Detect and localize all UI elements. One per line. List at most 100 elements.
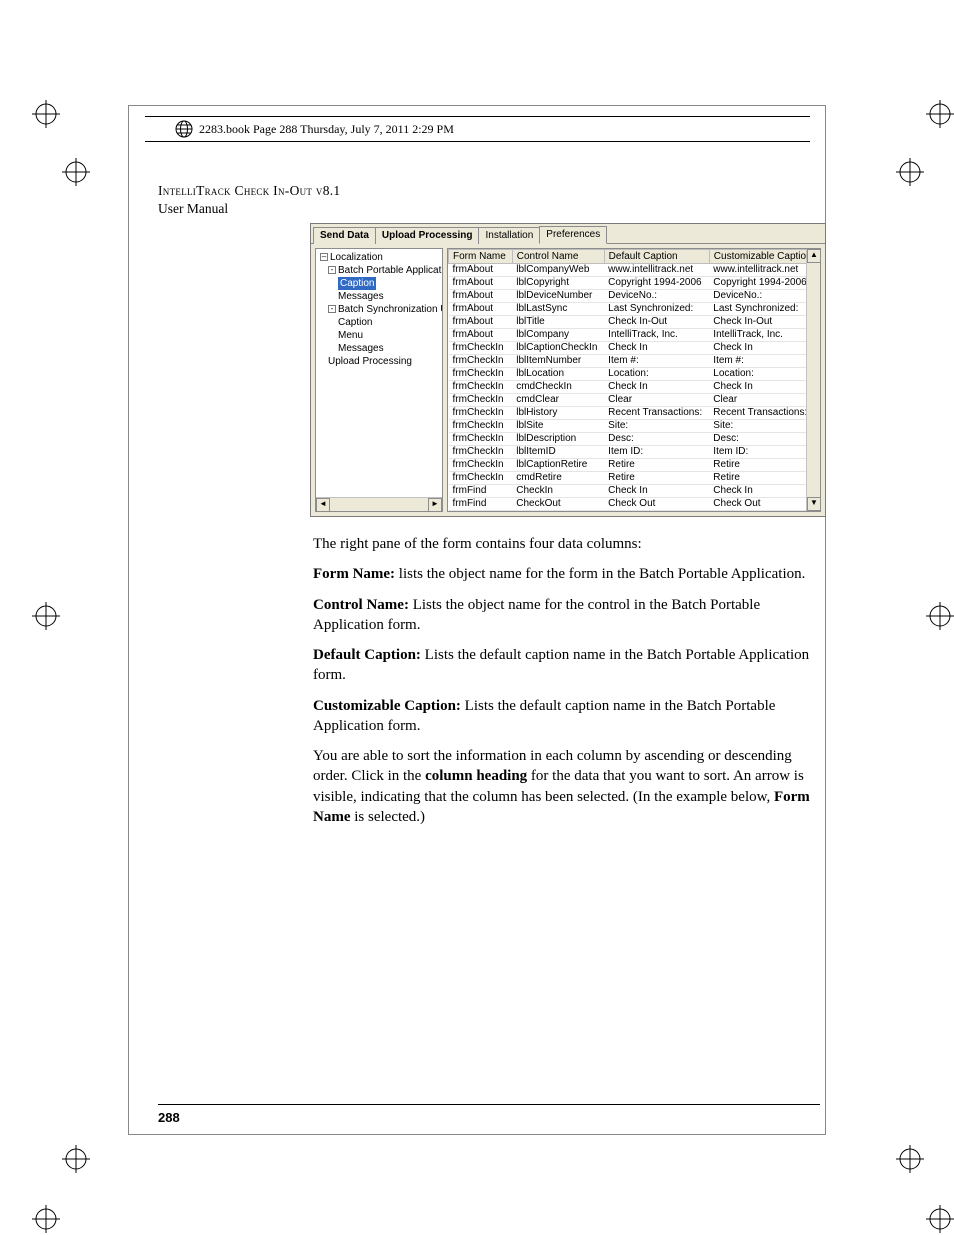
- table-cell: Retire: [709, 459, 819, 472]
- table-cell: Check In: [709, 342, 819, 355]
- table-row[interactable]: frmCheckInlblLocationLocation:Location:: [449, 368, 820, 381]
- paragraph: You are able to sort the information in …: [313, 746, 813, 827]
- registration-mark-icon: [32, 1205, 60, 1233]
- table-cell: lblCaptionCheckIn: [512, 342, 604, 355]
- table-row[interactable]: frmFindRetireRetireRetire: [449, 511, 820, 513]
- term: Form Name:: [313, 566, 395, 582]
- scroll-up-button[interactable]: ▲: [807, 249, 821, 263]
- registration-mark-icon: [896, 1145, 924, 1173]
- table-cell: Check Out: [604, 498, 709, 511]
- tree-node[interactable]: Messages: [320, 290, 440, 303]
- scroll-left-button[interactable]: ◄: [316, 498, 330, 512]
- term: Default Caption:: [313, 647, 421, 663]
- table-cell: Recent Transactions:: [709, 407, 819, 420]
- table-cell: Check Out: [709, 498, 819, 511]
- paragraph: Form Name: lists the object name for the…: [313, 564, 813, 584]
- table-cell: Item ID:: [709, 446, 819, 459]
- table-cell: frmAbout: [449, 303, 513, 316]
- table-cell: lblCompany: [512, 329, 604, 342]
- tree-node[interactable]: Messages: [320, 342, 440, 355]
- table-row[interactable]: frmCheckInlblItemIDItem ID:Item ID:: [449, 446, 820, 459]
- table-row[interactable]: frmCheckInlblCaptionRetireRetireRetire: [449, 459, 820, 472]
- tree-node[interactable]: -Batch Synchronization Utility: [320, 303, 440, 316]
- tree-node[interactable]: -Batch Portable Application: [320, 264, 440, 277]
- table-cell: lblHistory: [512, 407, 604, 420]
- table-cell: lblItemID: [512, 446, 604, 459]
- table-cell: Clear: [709, 394, 819, 407]
- table-cell: frmAbout: [449, 316, 513, 329]
- page-tag-text: 2283.book Page 288 Thursday, July 7, 201…: [199, 122, 454, 137]
- table-cell: cmdCheckIn: [512, 381, 604, 394]
- term: column heading: [425, 768, 527, 784]
- tab-installation[interactable]: Installation: [478, 227, 540, 244]
- running-head-title: IntelliTrack Check In-Out v8.1: [158, 182, 558, 200]
- table-row[interactable]: frmAboutlblLastSyncLast Synchronized:Las…: [449, 303, 820, 316]
- column-header[interactable]: Form Name: [449, 250, 513, 264]
- table-row[interactable]: frmCheckIncmdRetireRetireRetire: [449, 472, 820, 485]
- table-cell: Check In: [604, 485, 709, 498]
- table-cell: Check In: [709, 485, 819, 498]
- table-cell: frmFind: [449, 511, 513, 513]
- registration-mark-icon: [32, 100, 60, 128]
- table-cell: Retire: [604, 472, 709, 485]
- table-row[interactable]: frmCheckIncmdCheckInCheck InCheck In: [449, 381, 820, 394]
- table-cell: Copyright 1994-2006: [604, 277, 709, 290]
- table-cell: Desc:: [709, 433, 819, 446]
- tree-root[interactable]: –Localization: [320, 251, 440, 264]
- table-cell: www.intellitrack.net: [604, 264, 709, 277]
- table-cell: Site:: [709, 420, 819, 433]
- table-cell: lblLastSync: [512, 303, 604, 316]
- table-cell: frmCheckIn: [449, 381, 513, 394]
- scroll-right-button[interactable]: ►: [428, 498, 442, 512]
- captions-table[interactable]: Form NameControl NameDefault CaptionCust…: [448, 249, 820, 512]
- text-run: is selected.): [351, 809, 426, 825]
- table-row[interactable]: frmCheckInlblDescriptionDesc:Desc:: [449, 433, 820, 446]
- column-header[interactable]: Default Caption: [604, 250, 709, 264]
- table-cell: frmFind: [449, 498, 513, 511]
- tab-upload-processing[interactable]: Upload Processing: [375, 227, 480, 244]
- table-cell: Check In: [604, 381, 709, 394]
- table-cell: Recent Transactions:: [604, 407, 709, 420]
- scroll-down-button[interactable]: ▼: [807, 497, 821, 511]
- vertical-scrollbar[interactable]: ▲ ▼: [806, 249, 820, 511]
- horizontal-scrollbar[interactable]: ◄ ►: [316, 497, 442, 511]
- tree-node[interactable]: Menu: [320, 329, 440, 342]
- footer-rule: [158, 1104, 820, 1105]
- table-row[interactable]: frmAboutlblCompanyWebwww.intellitrack.ne…: [449, 264, 820, 277]
- table-row[interactable]: frmAboutlblDeviceNumberDeviceNo.:DeviceN…: [449, 290, 820, 303]
- table-row[interactable]: frmAboutlblCompanyIntelliTrack, Inc.Inte…: [449, 329, 820, 342]
- body-text: The right pane of the form contains four…: [313, 534, 813, 837]
- tree-pane[interactable]: –Localization -Batch Portable Applicatio…: [315, 248, 443, 512]
- table-cell: lblSite: [512, 420, 604, 433]
- registration-mark-icon: [62, 158, 90, 186]
- table-cell: Desc:: [604, 433, 709, 446]
- table-row[interactable]: frmCheckInlblCaptionCheckInCheck InCheck…: [449, 342, 820, 355]
- table-row[interactable]: frmCheckIncmdClearClearClear: [449, 394, 820, 407]
- table-cell: Check In-Out: [604, 316, 709, 329]
- table-cell: Last Synchronized:: [709, 303, 819, 316]
- term: Customizable Caption:: [313, 698, 461, 714]
- column-header[interactable]: Customizable Caption: [709, 250, 819, 264]
- table-row[interactable]: frmCheckInlblHistoryRecent Transactions:…: [449, 407, 820, 420]
- tree-node[interactable]: Caption: [320, 277, 440, 290]
- table-cell: Retire: [604, 459, 709, 472]
- table-cell: lblDeviceNumber: [512, 290, 604, 303]
- table-row[interactable]: frmAboutlblCopyrightCopyright 1994-2006C…: [449, 277, 820, 290]
- registration-mark-icon: [62, 1145, 90, 1173]
- tree-node[interactable]: Caption: [320, 316, 440, 329]
- table-cell: frmCheckIn: [449, 472, 513, 485]
- table-row[interactable]: frmAboutlblTitleCheck In-OutCheck In-Out: [449, 316, 820, 329]
- tab-send-data[interactable]: Send Data: [313, 227, 376, 244]
- running-head-subtitle: User Manual: [158, 200, 558, 218]
- table-row[interactable]: frmCheckInlblSiteSite:Site:: [449, 420, 820, 433]
- table-row[interactable]: frmFindCheckOutCheck OutCheck Out: [449, 498, 820, 511]
- grid-pane[interactable]: Form NameControl NameDefault CaptionCust…: [447, 248, 821, 512]
- settings-dialog-screenshot: Send DataUpload ProcessingInstallationPr…: [310, 223, 826, 517]
- table-row[interactable]: frmFindCheckInCheck InCheck In: [449, 485, 820, 498]
- table-cell: frmCheckIn: [449, 433, 513, 446]
- tab-preferences[interactable]: Preferences: [539, 226, 607, 244]
- tree-node[interactable]: Upload Processing: [320, 355, 440, 368]
- column-header[interactable]: Control Name: [512, 250, 604, 264]
- table-cell: lblCompanyWeb: [512, 264, 604, 277]
- table-row[interactable]: frmCheckInlblItemNumberItem #:Item #:: [449, 355, 820, 368]
